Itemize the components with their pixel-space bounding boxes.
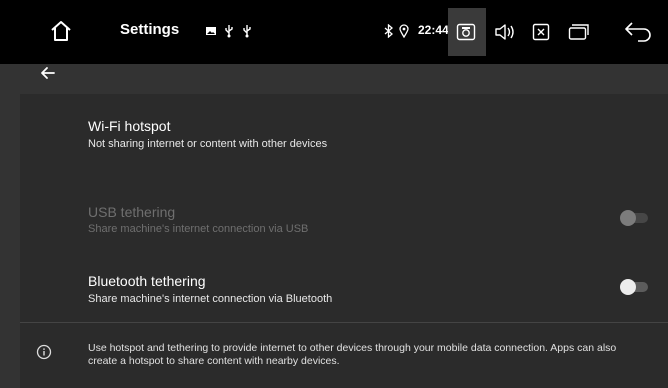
wifi-hotspot-title: Wi-Fi hotspot (88, 118, 171, 134)
gallery-icon (204, 24, 218, 38)
usb-tethering-item: USB tethering Share machine's internet c… (20, 180, 668, 250)
app-title: Settings (120, 21, 180, 38)
home-icon[interactable] (48, 18, 74, 44)
divider (20, 322, 668, 323)
bluetooth-tethering-item[interactable]: Bluetooth tethering Share machine's inte… (20, 248, 668, 318)
location-icon (398, 23, 410, 39)
bluetooth-tethering-toggle[interactable] (620, 277, 652, 297)
wifi-hotspot-item[interactable]: Wi-Fi hotspot Not sharing internet or co… (20, 94, 668, 164)
tethering-info-text: Use hotspot and tethering to provide int… (88, 342, 617, 367)
status-bar: Settings 22:44 (0, 0, 668, 64)
usb-tethering-subtitle: Share machine's internet connection via … (88, 223, 309, 235)
app-bar (0, 64, 668, 94)
tethering-settings-list: Wi-Fi hotspot Not sharing internet or co… (20, 94, 668, 388)
volume-icon[interactable] (493, 21, 517, 43)
bluetooth-tethering-title: Bluetooth tethering (88, 273, 206, 289)
info-icon (36, 344, 52, 360)
usb-tethering-toggle (620, 208, 652, 228)
bluetooth-tethering-subtitle: Share machine's internet connection via … (88, 293, 333, 305)
close-app-icon[interactable] (530, 21, 552, 43)
usb-icon (240, 23, 254, 39)
back-icon[interactable] (622, 20, 654, 44)
recents-icon[interactable] (567, 21, 591, 43)
bluetooth-icon (382, 23, 394, 39)
clock: 22:44 (418, 23, 449, 37)
usb-icon (222, 23, 236, 39)
wifi-hotspot-subtitle: Not sharing internet or content with oth… (88, 138, 328, 150)
screenshot-icon[interactable] (454, 21, 478, 43)
usb-tethering-title: USB tethering (88, 204, 176, 220)
arrow-back-icon[interactable] (34, 64, 62, 84)
